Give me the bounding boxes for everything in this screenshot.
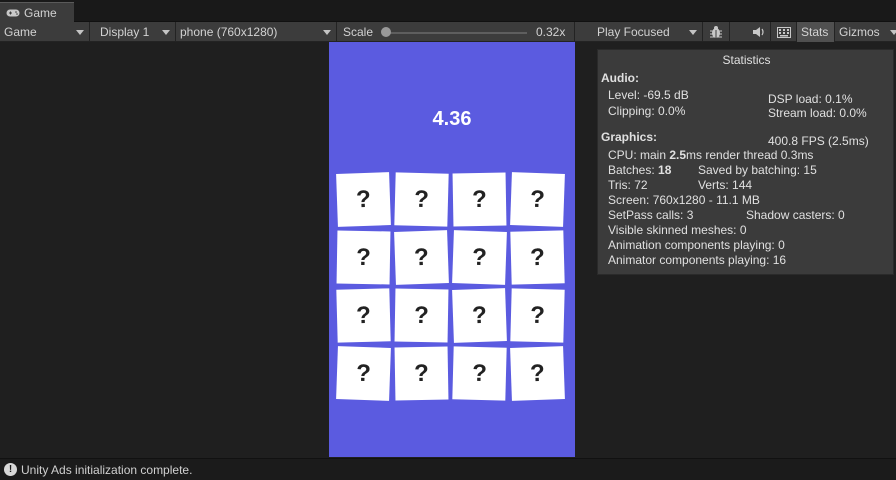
verts-count: Verts: 144 — [698, 178, 753, 192]
memory-card[interactable]: ? — [394, 230, 449, 285]
batches-value: 18 — [658, 163, 672, 177]
keyboard-icon — [777, 26, 791, 38]
chevron-down-icon — [323, 30, 331, 35]
memory-card[interactable]: ? — [394, 288, 449, 343]
memory-card[interactable]: ? — [452, 346, 507, 401]
status-message[interactable]: Unity Ads initialization complete. — [21, 463, 192, 477]
game-timer: 4.36 — [432, 108, 472, 130]
saved-by-batching: Saved by batching: 15 — [698, 163, 817, 177]
cpu-timing: CPU: main 2.5ms render thread 0.3ms — [608, 148, 813, 162]
memory-card[interactable]: ? — [394, 346, 449, 401]
speaker-icon — [753, 27, 764, 37]
memory-card[interactable]: ? — [336, 172, 391, 227]
gizmos-dropdown[interactable]: Gizmos — [835, 22, 896, 42]
stream-load: Stream load: 0.0% — [768, 106, 867, 120]
scale-value: 0.32x — [536, 25, 566, 39]
cpu-prefix: CPU: main — [608, 148, 670, 162]
memory-card[interactable]: ? — [452, 172, 507, 227]
tab-strip: Game — [0, 0, 896, 22]
memory-card[interactable]: ? — [510, 346, 565, 401]
memory-card[interactable]: ? — [394, 172, 449, 227]
tab-label: Game — [24, 5, 57, 20]
play-mode-label: Play Focused — [597, 25, 670, 39]
keyboard-shortcuts-button[interactable] — [771, 22, 797, 42]
audio-header: Audio: — [601, 71, 639, 85]
bug-icon — [710, 26, 722, 38]
chevron-down-icon — [689, 30, 697, 35]
cpu-suffix: ms render thread 0.3ms — [686, 148, 814, 162]
memory-card[interactable]: ? — [452, 288, 507, 343]
display-label: Display 1 — [100, 25, 150, 39]
fps-value: 400.8 FPS (2.5ms) — [768, 134, 869, 148]
mode-label: Game — [4, 25, 37, 39]
mode-dropdown[interactable]: Game — [0, 22, 90, 42]
setpass-calls: SetPass calls: 3 — [608, 208, 694, 222]
shadow-casters: Shadow casters: 0 — [746, 208, 845, 222]
statistics-panel: Statistics Audio: Level: -69.5 dB DSP lo… — [597, 49, 894, 275]
mute-audio-button[interactable] — [747, 22, 771, 42]
resolution-dropdown[interactable]: phone (760x1280) — [176, 22, 337, 42]
stats-toggle-label: Stats — [801, 25, 829, 39]
play-mode-dropdown[interactable]: Play Focused — [593, 22, 703, 42]
tab-game[interactable]: Game — [0, 2, 74, 22]
batches-prefix: Batches: — [608, 163, 659, 177]
audio-clipping: Clipping: 0.0% — [608, 104, 686, 118]
animation-components: Animation components playing: 0 — [608, 238, 785, 252]
stats-toggle[interactable]: Stats — [797, 22, 835, 42]
animator-components: Animator components playing: 16 — [608, 253, 787, 267]
memory-card[interactable]: ? — [336, 230, 391, 285]
statistics-title: Statistics — [722, 53, 771, 67]
memory-card[interactable]: ? — [510, 288, 565, 343]
memory-card[interactable]: ? — [510, 172, 565, 227]
scale-control: Scale 0.32x — [339, 22, 575, 42]
chevron-down-icon — [890, 30, 896, 35]
resolution-label: phone (760x1280) — [180, 25, 278, 39]
game-area: 4.36 ???????????????? Statistics Audio: … — [0, 42, 896, 458]
gizmos-label: Gizmos — [839, 25, 880, 39]
chevron-down-icon — [162, 30, 170, 35]
debug-button[interactable] — [703, 22, 730, 42]
memory-card[interactable]: ? — [452, 230, 507, 285]
screen-info: Screen: 760x1280 - 11.1 MB — [608, 193, 760, 207]
display-dropdown[interactable]: Display 1 — [96, 22, 176, 42]
tris-count: Tris: 72 — [608, 178, 648, 192]
scale-label: Scale — [343, 25, 374, 39]
batches: Batches: 18 — [608, 163, 671, 177]
cpu-main-value: 2.5 — [669, 148, 687, 162]
visible-skinned-meshes: Visible skinned meshes: 0 — [608, 223, 747, 237]
memory-card[interactable]: ? — [510, 230, 565, 285]
audio-level: Level: -69.5 dB — [608, 88, 689, 102]
info-icon: ! — [4, 463, 17, 476]
game-toolbar: Game Display 1 phone (760x1280) Scale 0.… — [0, 22, 896, 42]
game-viewport[interactable]: 4.36 ???????????????? — [329, 42, 575, 457]
gamepad-icon — [6, 9, 20, 16]
memory-card[interactable]: ? — [336, 346, 391, 401]
dsp-load: DSP load: 0.1% — [768, 92, 853, 106]
graphics-header: Graphics: — [601, 130, 658, 144]
chevron-down-icon — [76, 30, 84, 35]
memory-card[interactable]: ? — [336, 288, 391, 343]
scale-slider-track[interactable] — [383, 32, 527, 34]
scale-slider-handle[interactable] — [381, 27, 391, 37]
status-bar: ! Unity Ads initialization complete. — [0, 458, 896, 480]
